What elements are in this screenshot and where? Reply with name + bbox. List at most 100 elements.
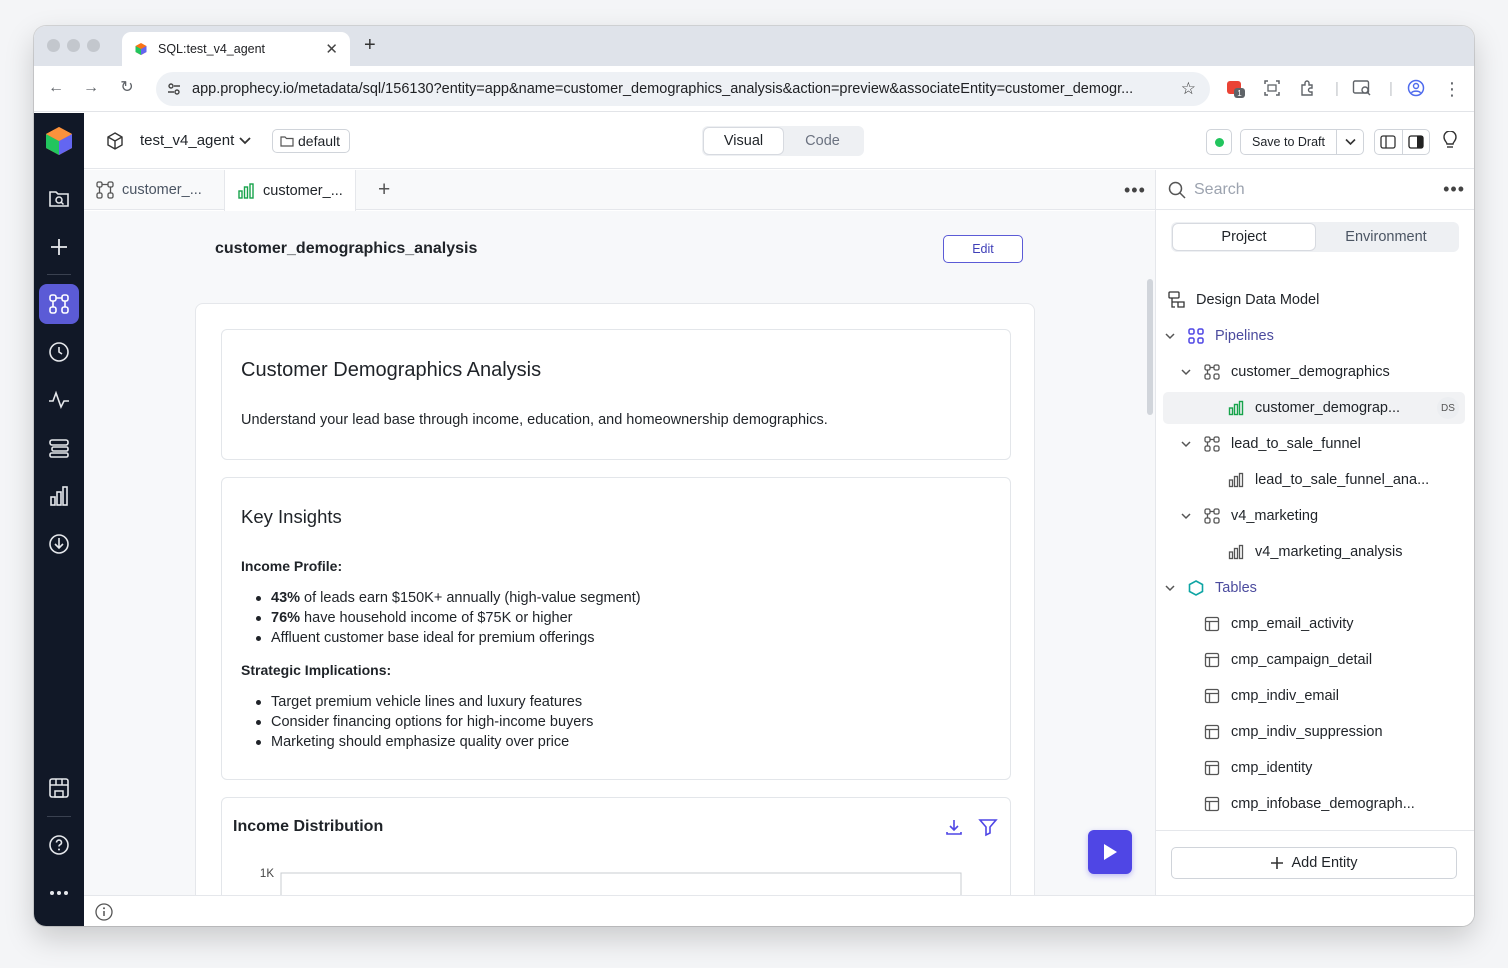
table-item[interactable]: cmp_infobase_demograph... [1163,788,1465,820]
save-to-draft-button[interactable]: Save to Draft [1240,129,1364,155]
left-panel-toggle-icon[interactable] [1375,130,1403,154]
pipelines-group[interactable]: Pipelines [1163,320,1465,352]
more-dots-icon[interactable] [39,873,79,913]
pipeline-lead-to-sale-funnel[interactable]: lead_to_sale_funnel [1163,428,1465,460]
profile-icon[interactable] [1406,79,1426,99]
table-item[interactable]: cmp_indiv_suppression [1163,716,1465,748]
browser-tab-strip: SQL:test_v4_agent ✕ + [34,26,1474,66]
table-label: cmp_indiv_email [1231,688,1339,704]
window-close-dot[interactable] [47,39,60,52]
branch-chip[interactable]: default [272,129,351,153]
help-question-icon[interactable] [39,825,79,865]
reload-icon[interactable]: ↻ [117,78,137,98]
panel-divider [1156,830,1474,831]
forward-arrow-icon[interactable]: → [81,78,101,98]
analysis-customer-demographics[interactable]: customer_demograp... DS [1163,392,1465,424]
table-icon [1203,651,1221,669]
left-nav-rail [34,113,84,926]
window-zoom-dot[interactable] [87,39,100,52]
pipelines-nav-icon[interactable] [39,284,79,324]
list-item: 76% have household income of $75K or hig… [241,608,981,628]
extensions-puzzle-icon[interactable] [1298,79,1318,99]
history-clock-icon[interactable] [39,332,79,372]
observability-pulse-icon[interactable] [39,380,79,420]
bookmark-star-icon[interactable]: ☆ [1181,79,1196,99]
pipeline-customer-demographics[interactable]: customer_demographics [1163,356,1465,388]
site-settings-icon[interactable] [166,81,182,97]
search-input[interactable]: Search [1194,181,1443,199]
close-tab-icon[interactable]: ✕ [325,40,338,58]
project-chevron-down-icon[interactable] [239,136,251,146]
browse-files-icon[interactable] [39,178,79,218]
project-name[interactable]: test_v4_agent [140,132,234,149]
main-scrollbar[interactable] [1147,279,1153,415]
layout-toggle-group [1374,129,1430,155]
report-heading: Customer Demographics Analysis [241,359,542,381]
search-bar[interactable]: Search ••• [1156,170,1474,210]
insights-heading: Key Insights [241,506,342,527]
back-arrow-icon[interactable]: ← [46,78,66,98]
table-item[interactable]: cmp_campaign_detail [1163,644,1465,676]
add-entity-button[interactable]: Add Entity [1171,847,1457,879]
analytics-chart-icon[interactable] [39,476,79,516]
add-tab-icon[interactable]: + [378,178,390,202]
analysis-label: customer_demograp... [1255,400,1401,416]
design-data-model-item[interactable]: Design Data Model [1168,284,1470,316]
income-list: 43% of leads earn $150K+ annually (high-… [241,588,981,648]
browser-menu-icon[interactable]: ⋮ [1442,79,1462,99]
branch-name: default [298,133,341,149]
visual-mode-tab[interactable]: Visual [704,128,783,154]
tab-search-icon[interactable] [1352,79,1372,99]
pipeline-icon [1203,435,1221,453]
insights-card: Key Insights Income Profile: 43% of lead… [221,477,1011,780]
panel-more-icon[interactable]: ••• [1443,179,1465,200]
pipeline-label: lead_to_sale_funnel [1231,436,1361,452]
save-options-chevron-icon[interactable] [1337,130,1363,154]
chevron-down-icon[interactable] [1179,368,1193,376]
save-to-draft-label[interactable]: Save to Draft [1241,130,1337,154]
run-button[interactable] [1088,830,1132,874]
edit-button[interactable]: Edit [943,235,1023,263]
info-icon[interactable] [94,902,114,922]
lightbulb-icon[interactable] [1442,131,1458,151]
filter-funnel-icon[interactable] [978,817,998,837]
toolbar-divider-2: | [1389,80,1393,97]
address-bar[interactable]: app.prophecy.io/metadata/sql/156130?enti… [156,72,1210,106]
tab-environment[interactable]: Environment [1315,224,1457,250]
strategy-list: Target premium vehicle lines and luxury … [241,692,981,752]
create-plus-icon[interactable] [39,227,79,267]
right-panel-toggle-icon[interactable] [1403,130,1430,154]
tab-project[interactable]: Project [1173,224,1315,250]
tabs-more-icon[interactable]: ••• [1124,180,1146,201]
table-item[interactable]: cmp_indiv_email [1163,680,1465,712]
design-data-model-label: Design Data Model [1196,292,1320,308]
new-tab-button[interactable]: + [364,34,376,57]
prophecy-logo-icon[interactable] [39,121,79,161]
chevron-down-icon[interactable] [1163,584,1177,592]
window-minimize-dot[interactable] [67,39,80,52]
pipelines-label: Pipelines [1215,328,1274,344]
analysis-lead-to-sale[interactable]: lead_to_sale_funnel_ana... [1163,464,1465,496]
browser-tab[interactable]: SQL:test_v4_agent ✕ [122,32,350,66]
editor-tab-analysis[interactable]: customer_... [224,170,356,211]
project-cube-icon [107,132,123,150]
marketplace-store-icon[interactable] [39,768,79,808]
toolbar-divider: | [1335,80,1339,97]
download-icon[interactable] [944,817,964,837]
table-item[interactable]: cmp_email_activity [1163,608,1465,640]
analysis-v4-marketing[interactable]: v4_marketing_analysis [1163,536,1465,568]
code-mode-tab[interactable]: Code [783,128,862,154]
table-item[interactable]: cmp_identity [1163,752,1465,784]
chevron-down-icon[interactable] [1163,332,1177,340]
screenshot-icon[interactable] [1262,79,1282,99]
chevron-down-icon[interactable] [1179,440,1193,448]
download-circle-icon[interactable] [39,524,79,564]
pipeline-v4-marketing[interactable]: v4_marketing [1163,500,1465,532]
chevron-down-icon[interactable] [1179,512,1193,520]
tables-group[interactable]: Tables [1163,572,1465,604]
project-browser-panel: Search ••• Project Environment Design Da… [1155,170,1474,895]
jobs-stack-icon[interactable] [39,428,79,468]
editor-tab-pipeline[interactable]: customer_... [84,170,214,210]
connection-status[interactable] [1206,129,1232,155]
extension-badge-icon[interactable]: 1 [1226,79,1246,99]
